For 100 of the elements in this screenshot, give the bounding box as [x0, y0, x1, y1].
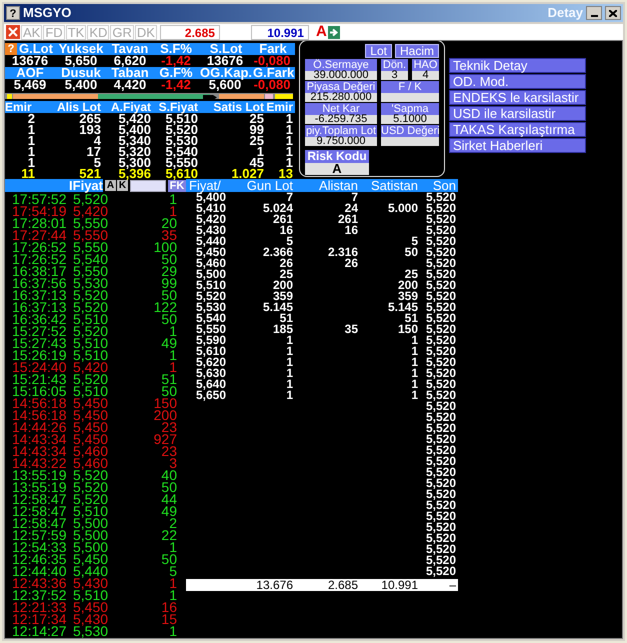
action-button[interactable]: USD ile karsilastir	[449, 106, 586, 121]
trade-lot: 122	[152, 301, 177, 313]
trade-lot: 1	[168, 193, 177, 205]
trade-price: 5,420	[73, 361, 110, 373]
table-cell-text: 1	[256, 146, 264, 157]
table-cell-text: 25	[280, 269, 293, 280]
table-cell-text: 1	[284, 135, 293, 146]
trade-price: 5,510	[73, 385, 110, 397]
table-cell-text: 45	[250, 157, 264, 168]
field-label: Risk Kodu	[305, 150, 369, 163]
trade-time: 17:26:52	[11, 241, 68, 253]
trade-time: 14:44:26	[11, 421, 68, 433]
filter-field[interactable]	[130, 180, 166, 192]
table-cell-text: 5,510	[194, 280, 226, 291]
total-cell-text: 5,396	[117, 168, 151, 179]
table-cell-text: 5	[411, 236, 418, 247]
table-cell-text: 1	[285, 368, 293, 379]
trade-lot: 150	[152, 397, 177, 409]
field-value: 9.750.000	[305, 137, 377, 146]
sort-button[interactable]: A	[105, 180, 116, 191]
field-value: 39.000.000	[305, 71, 377, 80]
summary-value: 13676	[206, 55, 244, 67]
table-cell-text: 5.024	[262, 203, 293, 214]
table-cell-text: 17	[86, 146, 101, 157]
trade-price: 5,510	[73, 505, 110, 517]
trade-lot: 1	[169, 541, 177, 553]
field-label: Ö.Sermaye	[305, 59, 377, 71]
filter-button[interactable]: FK	[168, 180, 186, 192]
trade-price: 5,450	[73, 433, 110, 445]
trade-lot: 49	[160, 505, 177, 517]
trade-price: 5,550	[73, 217, 110, 229]
action-button[interactable]: TAKAS Karşılaştırma	[449, 122, 586, 137]
table-cell-text: 5,520	[424, 346, 456, 357]
trade-price: 5,520	[73, 481, 110, 493]
table-cell-text: 1	[284, 124, 293, 135]
trade-lot: 29	[160, 265, 177, 277]
table-cell-text: 25	[404, 269, 418, 280]
summary-label: Fark	[259, 43, 287, 55]
summary-label: S.F%	[159, 43, 193, 55]
table-cell-text: 359	[272, 291, 293, 302]
table-cell-text: 5,500	[194, 269, 226, 280]
table-cell-text: 5,530	[164, 135, 198, 146]
toggle-button[interactable]: Hacim	[394, 44, 439, 58]
field-value: 4	[412, 71, 439, 80]
trade-time: 12:54:33	[11, 541, 68, 553]
table-cell-text: 5,510	[165, 113, 198, 124]
table-cell-text: 1	[286, 157, 293, 168]
trade-price: 5,500	[73, 517, 110, 529]
sell-total: 10.991	[250, 24, 309, 40]
trade-time: 12:57:59	[11, 529, 68, 541]
action-button[interactable]: ENDEKS le karsilastir	[449, 90, 586, 105]
trade-price: 5,510	[73, 589, 110, 601]
trade-price: 5,520	[73, 301, 110, 313]
trade-lot: 49	[160, 337, 177, 349]
action-button[interactable]: Teknik Detay	[449, 58, 586, 73]
trade-time: 15:21:43	[11, 373, 68, 385]
table-cell-text: 5,520	[424, 192, 456, 203]
column-header: Son	[432, 179, 456, 192]
table-cell-text: 1	[410, 390, 418, 401]
trade-lot: 15	[160, 613, 177, 625]
table-cell-text: 5,520	[164, 124, 198, 135]
arrow-icon[interactable]	[328, 26, 340, 38]
help-icon[interactable]: ?	[6, 6, 20, 20]
column-header: Satis Lot	[212, 101, 264, 113]
table-cell-text: 1	[286, 335, 293, 346]
trade-price: 5,520	[73, 289, 110, 301]
table-cell-text: 1	[284, 146, 293, 157]
trade-time: 15:24:40	[11, 361, 68, 373]
field-label: F / K	[381, 81, 439, 93]
field-value: A	[305, 163, 369, 175]
close-button[interactable]	[605, 6, 621, 20]
trade-lot: 1	[169, 589, 177, 601]
close-icon[interactable]	[6, 25, 20, 39]
table-cell-text: 5,610	[194, 346, 226, 357]
table-cell-text: 5,520	[424, 357, 456, 368]
toggle-button[interactable]: Lot	[365, 44, 392, 58]
total-cell-text: 1.027	[230, 168, 264, 179]
table-cell-text: 99	[248, 124, 264, 135]
help-icon[interactable]: ?	[5, 43, 17, 55]
table-cell-text: 5,520	[424, 401, 456, 412]
table-cell-text: 5,520	[424, 423, 456, 434]
trade-time: 14:43:34	[11, 433, 68, 445]
trade-lot: 20	[160, 217, 177, 229]
trade-time: 17:28:01	[11, 217, 68, 229]
summary-value: 5,650	[64, 55, 98, 67]
summary-value: -0,080	[252, 79, 290, 91]
trade-lot: 1	[169, 625, 177, 637]
trade-time: 13:55:19	[11, 481, 68, 493]
field-label: Net Kar	[305, 103, 377, 115]
trade-time: 16:38:17	[11, 265, 68, 277]
field-label: Dön.	[381, 59, 408, 71]
trade-price: 5,500	[73, 541, 110, 553]
minimize-button[interactable]	[586, 6, 602, 20]
action-button[interactable]: Sirket Haberleri	[449, 138, 586, 153]
action-button[interactable]: OD. Mod.	[449, 74, 586, 89]
summary-label: Dusuk	[60, 67, 102, 79]
sort-button[interactable]: K	[117, 180, 128, 191]
table-cell-text: 265	[78, 113, 101, 124]
summary-label: AOF	[16, 67, 44, 79]
table-cell-text: 5,520	[424, 511, 456, 522]
